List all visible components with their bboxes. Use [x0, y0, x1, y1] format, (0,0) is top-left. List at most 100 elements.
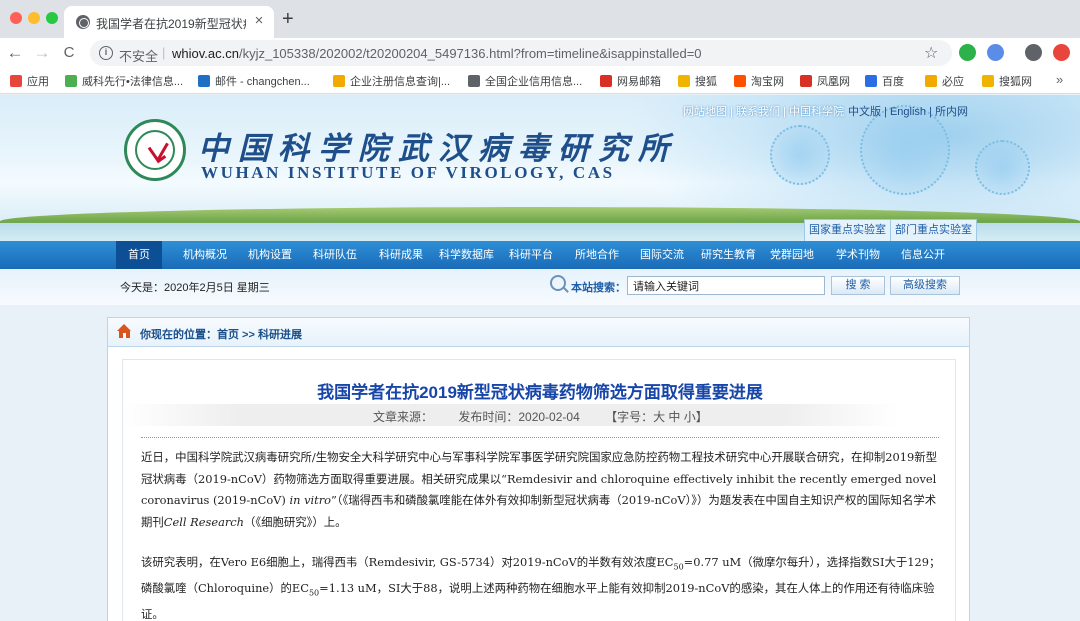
home-icon[interactable]: [117, 324, 132, 339]
bookmark-label: 百度: [882, 76, 904, 88]
article-title: 我国学者在抗2019新型冠状病毒药物筛选方面取得重要进展: [317, 383, 763, 402]
bookmark-label: 邮件 - changchen...: [215, 76, 310, 88]
bookmark-label: 搜狐: [695, 76, 717, 88]
bookmark-icon: [734, 75, 746, 87]
close-window-button[interactable]: [10, 12, 22, 24]
institute-name-en: WUHAN INSTITUTE OF VIROLOGY, CAS: [201, 163, 615, 182]
source-label: 文章来源：: [373, 410, 434, 424]
ministry-lab-tab[interactable]: 部门重点实验室: [890, 219, 977, 241]
nav-item[interactable]: 科学数据库: [439, 241, 494, 269]
today-date: 今天是：2020年2月5日 星期三: [120, 282, 270, 294]
bookmark-label: 威科先行•法律信息...: [82, 76, 184, 88]
nav-item[interactable]: 机构概况: [183, 241, 227, 269]
divider: [141, 437, 939, 438]
bookmark-item[interactable]: 全国企业信用信息...: [468, 73, 582, 89]
article-paragraph-2: 该研究表明，在Vero E6细胞上，瑞得西韦（Remdesivir, GS-57…: [141, 555, 941, 621]
reload-button[interactable]: C: [59, 42, 79, 64]
font-size-control[interactable]: 【字号：大 中 小】: [605, 410, 708, 424]
bookmark-item[interactable]: 百度: [865, 73, 904, 89]
globe-icon: [76, 15, 90, 29]
url-text[interactable]: whiov.ac.cn/kyjz_105338/202002/t20200204…: [172, 46, 702, 61]
breadcrumb[interactable]: 你现在的位置：首页 >> 科研进展: [140, 326, 302, 342]
nav-item[interactable]: 党群园地: [770, 241, 814, 269]
bookmark-item[interactable]: 企业注册信息查询|...: [333, 73, 450, 89]
bookmark-icon: [468, 75, 480, 87]
logo-ring: [135, 130, 175, 170]
bookmark-icon: [800, 75, 812, 87]
nav-item[interactable]: 首页: [116, 241, 162, 269]
publish-date: 发布时间：2020-02-04: [458, 410, 580, 424]
bookmark-label: 网易邮箱: [617, 76, 661, 88]
bookmark-label: 应用: [27, 76, 49, 88]
address-bar[interactable]: i 不安全 | whiov.ac.cn/kyjz_105338/202002/t…: [90, 40, 952, 66]
tab-title: 我国学者在抗2019新型冠状病毒: [96, 17, 246, 31]
bookmark-icon: [600, 75, 612, 87]
institute-logo[interactable]: [124, 119, 186, 181]
bookmark-icon: [925, 75, 937, 87]
national-lab-tab[interactable]: 国家重点实验室: [804, 219, 891, 241]
url-separator: |: [162, 45, 166, 60]
nav-item[interactable]: 学术刊物: [836, 241, 880, 269]
bookmark-label: 凤凰网: [817, 76, 850, 88]
bookmark-icon: [10, 75, 22, 87]
bookmark-item[interactable]: 邮件 - changchen...: [198, 73, 310, 89]
bookmarks-bar: 应用 威科先行•法律信息... 邮件 - changchen... 企业注册信息查询|…: [0, 68, 1080, 94]
top-links[interactable]: 网站地图 | 联系我们 | 中国科学院: [683, 103, 844, 119]
bookmark-item[interactable]: 凤凰网: [800, 73, 850, 89]
zoom-window-button[interactable]: [46, 12, 58, 24]
magnifier-icon: [550, 275, 566, 291]
bookmark-item[interactable]: 必应: [925, 73, 964, 89]
shield-extension-icon[interactable]: [987, 44, 1004, 61]
bookmark-icon: [198, 75, 210, 87]
date-search-bar: 今天是：2020年2月5日 星期三 本站搜索： 搜 索 高级搜索: [0, 269, 1080, 305]
article-meta: 文章来源： 发布时间：2020-02-04 【字号：大 中 小】: [373, 408, 708, 425]
bookmark-star-icon[interactable]: ☆: [924, 43, 938, 63]
profile-avatar-icon[interactable]: [1025, 44, 1042, 61]
minimize-window-button[interactable]: [28, 12, 40, 24]
nav-item[interactable]: 研究生教育: [701, 241, 756, 269]
evernote-extension-icon[interactable]: [959, 44, 976, 61]
search-button[interactable]: 搜 索: [831, 276, 885, 295]
search-label: 本站搜索：: [571, 282, 626, 294]
bookmark-item[interactable]: 淘宝网: [734, 73, 784, 89]
nav-item[interactable]: 科研平台: [509, 241, 553, 269]
bookmark-item[interactable]: 应用: [10, 73, 49, 89]
bookmark-icon: [678, 75, 690, 87]
bookmark-icon: [865, 75, 877, 87]
info-icon[interactable]: i: [99, 46, 113, 60]
browser-tab-bar: 我国学者在抗2019新型冠状病毒 × +: [0, 0, 1080, 38]
browser-tab[interactable]: 我国学者在抗2019新型冠状病毒 ×: [64, 6, 274, 38]
bookmark-item[interactable]: 网易邮箱: [600, 73, 661, 89]
bookmark-icon: [982, 75, 994, 87]
nav-item[interactable]: 科研成果: [379, 241, 423, 269]
language-links[interactable]: 中文版 | English | 所内网: [848, 103, 968, 119]
bookmark-item[interactable]: 威科先行•法律信息...: [65, 73, 183, 89]
bookmark-icon: [333, 75, 345, 87]
advanced-search-button[interactable]: 高级搜索: [890, 276, 960, 295]
bookmark-item[interactable]: 搜狐网: [982, 73, 1032, 89]
bookmark-label: 全国企业信用信息...: [485, 76, 583, 88]
article-container: 我国学者在抗2019新型冠状病毒药物筛选方面取得重要进展 文章来源： 发布时间：…: [107, 347, 970, 621]
more-bookmarks-button[interactable]: »: [1056, 72, 1063, 87]
nav-item[interactable]: 机构设置: [248, 241, 292, 269]
virus-decoration: [770, 125, 830, 185]
article-paragraph-1: 近日，中国科学院武汉病毒研究所/生物安全大科学研究中心与军事科学院军事医学研究院…: [141, 450, 938, 529]
forward-button[interactable]: →: [32, 42, 52, 64]
nav-item[interactable]: 信息公开: [901, 241, 945, 269]
nav-item[interactable]: 科研队伍: [313, 241, 357, 269]
new-tab-button[interactable]: +: [282, 9, 294, 29]
article-meta-bar: 文章来源： 发布时间：2020-02-04 【字号：大 中 小】: [123, 404, 899, 426]
institute-name-cn: 中国科学院武汉病毒研究所: [198, 131, 678, 167]
nav-item[interactable]: 国际交流: [640, 241, 684, 269]
nav-item[interactable]: 所地合作: [575, 241, 619, 269]
browser-toolbar: ← → C i 不安全 | whiov.ac.cn/kyjz_105338/20…: [0, 38, 1080, 68]
bookmark-icon: [65, 75, 77, 87]
article-body: 我国学者在抗2019新型冠状病毒药物筛选方面取得重要进展 文章来源： 发布时间：…: [122, 359, 956, 621]
bookmark-item[interactable]: 搜狐: [678, 73, 717, 89]
site-search-input[interactable]: [627, 276, 825, 295]
back-button[interactable]: ←: [5, 42, 25, 64]
site-header: 中国科学院武汉病毒研究所 WUHAN INSTITUTE OF VIROLOGY…: [0, 95, 1080, 241]
opera-extension-icon[interactable]: [1053, 44, 1070, 61]
virus-decoration: [975, 140, 1030, 195]
tab-close-icon[interactable]: ×: [250, 12, 268, 30]
